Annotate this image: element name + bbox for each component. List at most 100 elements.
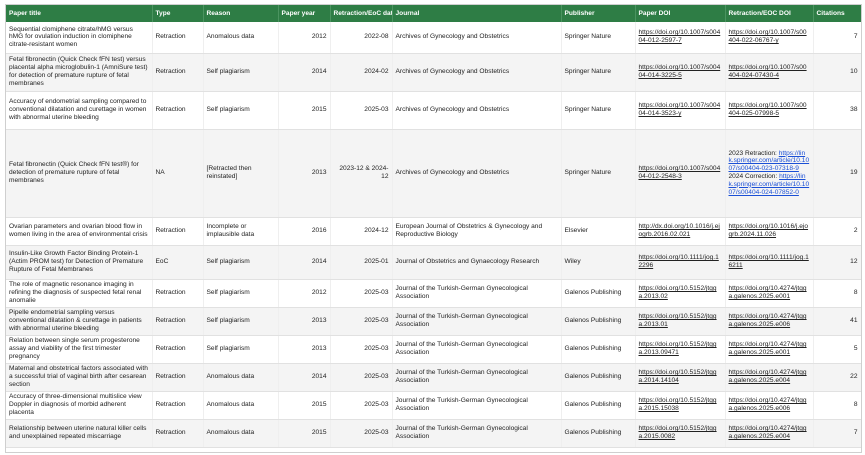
retraction-doi-link[interactable]: https://doi.org/10.4274/jtgga.galenos.20… — [729, 285, 807, 300]
cell-paper-year: 2014 — [278, 53, 331, 92]
cell-citations: 8 — [813, 391, 861, 420]
cell-paper-year: 2013 — [278, 307, 331, 336]
retraction-doi-link[interactable]: https://doi.org/10.4274/jtgga.galenos.20… — [729, 425, 807, 440]
cell-citations: 12 — [813, 245, 861, 280]
cell-journal: Archives of Gynecology and Obstetrics — [392, 129, 562, 218]
retraction-label: 2023 Retraction: — [728, 149, 777, 157]
retraction-doi-link[interactable]: https://doi.org/10.4274/jtgga.galenos.20… — [729, 341, 807, 356]
cell-publisher: Wiley — [561, 245, 636, 280]
cell-journal: European Journal of Obstetrics & Gynecol… — [392, 217, 562, 246]
cell-retraction-doi: https://doi.org/10.1007/s00404-024-07430… — [725, 53, 814, 92]
cell-type: Retraction — [152, 307, 204, 336]
cell-paper-year: 2013 — [278, 335, 331, 364]
cell-paper-title: Accuracy of endometrial sampling compare… — [6, 91, 153, 130]
cell-paper-doi: https://doi.org/10.5152/jtgga.2015.0082 — [635, 419, 726, 448]
cell-retraction-date: 2025-01 — [330, 245, 393, 280]
column-header-journal[interactable]: Journal — [392, 5, 562, 22]
cell-retraction-date: 2025-03 — [330, 307, 393, 336]
cell-publisher: Galenos Publishing — [561, 419, 636, 448]
cell-paper-title: Fetal fibronectin (Quick Check fFN test®… — [6, 129, 153, 218]
cell-citations: 22 — [813, 363, 861, 392]
cell-type: Retraction — [152, 91, 204, 130]
table-row: Fetal fibronectin (Quick Check fFN test)… — [6, 53, 861, 92]
cell-retraction-date: 2025-03 — [330, 419, 393, 448]
paper-doi-link[interactable]: https://doi.org/10.1111/jog.12296 — [639, 254, 719, 269]
column-header-paper-year[interactable]: Paper year — [278, 5, 331, 22]
cell-publisher: Galenos Publishing — [561, 391, 636, 420]
cell-retraction-doi: https://doi.org/10.1007/s00404-025-07998… — [725, 91, 814, 130]
table-row: Sequential clomiphene citrate/hMG versus… — [6, 22, 861, 54]
column-header-paper-doi[interactable]: Paper DOI — [635, 5, 726, 22]
paper-doi-link[interactable]: https://doi.org/10.5152/jtgga.2013.01 — [639, 313, 717, 328]
retraction-doi-link[interactable]: https://doi.org/10.1007/s00404-022-06767… — [729, 29, 807, 44]
cell-retraction-date: 2024-02 — [330, 53, 393, 92]
column-header-publisher[interactable]: Publisher — [561, 5, 636, 22]
cell-journal: Journal of the Turkish-German Gynecologi… — [392, 279, 562, 308]
column-header-paper-title[interactable]: Paper title — [6, 5, 153, 22]
paper-doi-link[interactable]: https://doi.org/10.5152/jtgga.2013.02 — [639, 285, 717, 300]
column-header-citations[interactable]: Citations — [813, 5, 861, 22]
paper-doi-link[interactable]: https://doi.org/10.5152/jtgga.2015.0082 — [639, 425, 717, 440]
cell-journal: Archives of Gynecology and Obstetrics — [392, 53, 562, 92]
paper-doi-link[interactable]: https://doi.org/10.5152/jtgga.2015.15038 — [639, 397, 717, 412]
column-header-type[interactable]: Type — [152, 5, 204, 22]
cell-reason: Anomalous data — [203, 419, 279, 448]
cell-journal: Archives of Gynecology and Obstetrics — [392, 91, 562, 130]
retraction-doi-link[interactable]: https://doi.org/10.1016/j.ejogrb.2024.11… — [729, 223, 809, 238]
paper-doi-link[interactable]: http://dx.doi.org/10.1016/j.ejogrb.2016.… — [639, 223, 720, 238]
cell-citations: 7 — [813, 22, 861, 54]
retraction-doi-link[interactable]: https://doi.org/10.1007/s00404-024-07430… — [729, 64, 807, 79]
cell-paper-doi: https://doi.org/10.5152/jtgga.2013.09471 — [635, 335, 726, 364]
cell-reason: Incomplete or implausible data — [203, 217, 279, 246]
cell-citations: 2 — [813, 217, 861, 246]
cell-type: EoC — [152, 245, 204, 280]
cell-type: Retraction — [152, 363, 204, 392]
cell-retraction-doi: https://doi.org/10.4274/jtgga.galenos.20… — [725, 391, 814, 420]
cell-paper-doi: https://doi.org/10.5152/jtgga.2013.02 — [635, 279, 726, 308]
cell-publisher: Galenos Publishing — [561, 279, 636, 308]
cell-paper-year: 2014 — [278, 363, 331, 392]
retraction-doi-link[interactable]: https://doi.org/10.4274/jtgga.galenos.20… — [729, 313, 807, 328]
cell-citations: 41 — [813, 307, 861, 336]
cell-journal: Journal of the Turkish-German Gynecologi… — [392, 391, 562, 420]
cell-retraction-date: 2024-12 — [330, 217, 393, 246]
paper-doi-link[interactable]: https://doi.org/10.5152/jtgga.2014.14104 — [639, 369, 717, 384]
table-row: Relationship between uterine natural kil… — [6, 419, 861, 448]
retraction-doi-link[interactable]: https://doi.org/10.1111/jog.16211 — [729, 254, 809, 269]
cell-journal: Journal of the Turkish-German Gynecologi… — [392, 307, 562, 336]
retraction-doi-link[interactable]: https://doi.org/10.4274/jtgga.galenos.20… — [729, 369, 807, 384]
cell-publisher: Galenos Publishing — [561, 363, 636, 392]
cell-journal: Journal of the Turkish-German Gynecologi… — [392, 363, 562, 392]
cell-paper-year: 2013 — [278, 129, 331, 218]
cell-retraction-date: 2025-03 — [330, 335, 393, 364]
table-row: Maternal and obstetrical factors associa… — [6, 363, 861, 392]
cell-citations: 5 — [813, 335, 861, 364]
cell-paper-doi: https://doi.org/10.5152/jtgga.2015.15038 — [635, 391, 726, 420]
cell-paper-title: Accuracy of three-dimensional multislice… — [6, 391, 153, 420]
cell-retraction-doi: https://doi.org/10.4274/jtgga.galenos.20… — [725, 419, 814, 448]
paper-doi-link[interactable]: https://doi.org/10.1007/s00404-014-3523-… — [639, 102, 721, 117]
retraction-doi-link[interactable]: https://doi.org/10.1007/s00404-025-07998… — [729, 102, 807, 117]
cell-paper-doi: http://dx.doi.org/10.1016/j.ejogrb.2016.… — [635, 217, 726, 246]
cell-citations: 7 — [813, 419, 861, 448]
cell-citations: 10 — [813, 53, 861, 92]
cell-journal: Archives of Gynecology and Obstetrics — [392, 22, 562, 54]
cell-reason: Self plagiarism — [203, 307, 279, 336]
cell-reason: Self plagiarism — [203, 53, 279, 92]
table-row: Relation between single serum progestero… — [6, 335, 861, 364]
table-row: Accuracy of endometrial sampling compare… — [6, 91, 861, 130]
retraction-doi-link[interactable]: https://doi.org/10.4274/jtgga.galenos.20… — [729, 397, 807, 412]
column-header-retraction-date[interactable]: Retraction/EoC dat — [330, 5, 393, 22]
cell-citations: 8 — [813, 279, 861, 308]
paper-doi-link[interactable]: https://doi.org/10.1007/s00404-014-3225-… — [639, 64, 721, 79]
paper-doi-link[interactable]: https://doi.org/10.1007/s00404-012-2597-… — [639, 29, 721, 44]
paper-doi-link[interactable]: https://doi.org/10.1007/s00404-012-2548-… — [639, 165, 721, 180]
column-header-reason[interactable]: Reason — [203, 5, 279, 22]
cell-paper-year: 2015 — [278, 419, 331, 448]
cell-paper-year: 2014 — [278, 245, 331, 280]
cell-citations: 38 — [813, 91, 861, 130]
paper-doi-link[interactable]: https://doi.org/10.5152/jtgga.2013.09471 — [639, 341, 717, 356]
cell-paper-doi: https://doi.org/10.1007/s00404-014-3523-… — [635, 91, 726, 130]
column-header-retraction-doi[interactable]: Retraction/EOC DOI — [725, 5, 814, 22]
cell-retraction-date: 2023-12 & 2024-12 — [330, 129, 393, 218]
